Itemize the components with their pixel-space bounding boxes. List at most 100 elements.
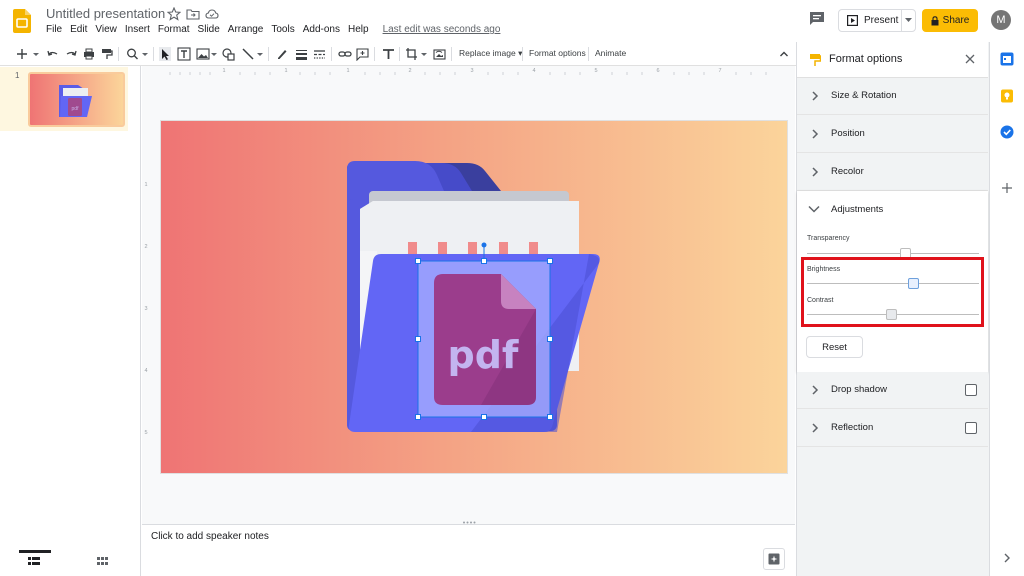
mask-dropdown-icon[interactable] — [420, 47, 428, 61]
replace-image-button[interactable]: Replace image ▾ — [459, 48, 522, 59]
present-button[interactable]: Present — [838, 9, 916, 32]
menu-tools[interactable]: Tools — [271, 24, 294, 38]
add-comment-icon[interactable] — [356, 47, 369, 61]
reset-image-icon[interactable] — [433, 47, 446, 61]
view-switcher — [0, 548, 141, 576]
svg-text:6: 6 — [656, 68, 659, 74]
svg-text:1: 1 — [284, 68, 287, 74]
new-slide-dropdown-icon[interactable] — [32, 47, 40, 61]
add-addon-icon[interactable] — [1002, 183, 1012, 193]
reflection-checkbox[interactable] — [965, 422, 977, 434]
chevron-right-icon — [812, 167, 819, 177]
resize-handle[interactable] — [547, 414, 553, 420]
drop-shadow-checkbox[interactable] — [965, 384, 977, 396]
present-dropdown-icon[interactable] — [901, 10, 915, 31]
chevron-right-icon[interactable] — [1003, 553, 1011, 563]
menu-help[interactable]: Help — [348, 24, 369, 38]
folder-pdf-illustration[interactable]: pdf — [161, 121, 787, 473]
redo-icon[interactable] — [65, 47, 77, 61]
line-dropdown-icon[interactable] — [256, 47, 264, 61]
folder-move-icon[interactable] — [186, 7, 200, 21]
menu-file[interactable]: File — [46, 24, 62, 38]
text-box-icon[interactable] — [177, 47, 191, 61]
section-reflection[interactable]: Reflection — [797, 410, 988, 447]
menu-bar: File Edit View Insert Format Slide Arran… — [46, 24, 508, 38]
section-size-rotation[interactable]: Size & Rotation — [797, 78, 988, 115]
menu-format[interactable]: Format — [158, 24, 190, 38]
reset-button[interactable]: Reset — [806, 336, 863, 358]
chevron-right-icon — [812, 91, 819, 101]
slide[interactable]: pdf — [161, 121, 787, 473]
document-title[interactable]: Untitled presentation — [46, 6, 165, 21]
image-dropdown-icon[interactable] — [210, 47, 218, 61]
slide-thumbnail[interactable]: pdf — [28, 72, 125, 127]
insert-image-icon[interactable] — [196, 47, 210, 61]
resize-handle[interactable] — [481, 414, 487, 420]
section-recolor[interactable]: Recolor — [797, 154, 988, 191]
menu-view[interactable]: View — [95, 24, 117, 38]
notes-resize-handle-icon[interactable] — [462, 521, 476, 524]
menu-arrange[interactable]: Arrange — [228, 24, 264, 38]
svg-text:4: 4 — [532, 68, 535, 74]
speaker-notes-placeholder[interactable]: Click to add speaker notes — [151, 531, 269, 542]
border-dash-icon[interactable] — [313, 47, 326, 61]
animate-button[interactable]: Animate — [595, 48, 626, 58]
lock-icon — [931, 15, 939, 26]
format-options-button[interactable]: Format options — [529, 48, 586, 58]
crop-icon[interactable] — [405, 47, 418, 61]
share-button[interactable]: Share — [922, 9, 978, 32]
line-icon[interactable] — [241, 47, 255, 61]
resize-handle[interactable] — [415, 414, 421, 420]
horizontal-ruler[interactable]: 1 1 1 2 3 4 5 6 7 — [160, 66, 788, 75]
new-slide-icon[interactable] — [16, 47, 28, 61]
calendar-icon[interactable] — [1000, 52, 1014, 66]
link-icon[interactable] — [338, 47, 352, 61]
zoom-icon[interactable] — [126, 47, 140, 61]
explore-icon[interactable] — [763, 548, 785, 570]
chevron-right-icon — [812, 129, 819, 139]
keep-icon[interactable] — [1000, 89, 1014, 103]
svg-text:1: 1 — [346, 68, 349, 74]
rotate-handle[interactable] — [481, 242, 487, 248]
side-panel-rail — [989, 42, 1024, 576]
section-drop-shadow[interactable]: Drop shadow — [797, 372, 988, 409]
cloud-saved-icon[interactable] — [205, 7, 219, 21]
slides-logo-icon[interactable] — [13, 9, 31, 33]
resize-handle[interactable] — [415, 258, 421, 264]
menu-addons[interactable]: Add-ons — [303, 24, 340, 38]
menu-edit[interactable]: Edit — [70, 24, 87, 38]
alt-text-icon[interactable] — [382, 47, 395, 61]
close-icon[interactable] — [965, 54, 975, 64]
last-edit-link[interactable]: Last edit was seconds ago — [383, 24, 501, 38]
star-icon[interactable] — [167, 7, 181, 21]
toolbar: Replace image ▾ Format options Animate — [0, 42, 796, 66]
select-cursor-icon[interactable] — [159, 47, 171, 61]
border-weight-icon[interactable] — [295, 47, 308, 61]
section-position[interactable]: Position — [797, 116, 988, 153]
print-icon[interactable] — [83, 47, 95, 61]
shape-icon[interactable] — [222, 47, 236, 61]
menu-slide[interactable]: Slide — [198, 24, 220, 38]
filmstrip-view-icon[interactable] — [28, 557, 40, 567]
format-panel-title: Format options — [829, 53, 903, 65]
comment-icon[interactable] — [808, 10, 826, 28]
resize-handle[interactable] — [481, 258, 487, 264]
vertical-ruler[interactable]: 1 2 3 4 5 — [142, 121, 151, 473]
border-color-icon[interactable] — [276, 47, 288, 61]
menu-insert[interactable]: Insert — [125, 24, 150, 38]
chevron-down-icon[interactable] — [808, 205, 820, 213]
grid-view-icon[interactable] — [97, 557, 108, 567]
resize-handle[interactable] — [415, 336, 421, 342]
user-avatar[interactable]: M — [991, 10, 1011, 30]
resize-handle[interactable] — [547, 258, 553, 264]
paint-format-icon[interactable] — [101, 47, 113, 61]
undo-icon[interactable] — [47, 47, 59, 61]
tasks-icon[interactable] — [1000, 125, 1014, 139]
resize-handle[interactable] — [547, 336, 553, 342]
section-label: Recolor — [831, 166, 864, 177]
filmstrip — [0, 66, 141, 576]
adjustments-label[interactable]: Adjustments — [831, 204, 883, 215]
collapse-toolbar-icon[interactable] — [779, 47, 789, 61]
transparency-slider-track[interactable] — [807, 253, 979, 254]
zoom-dropdown-icon[interactable] — [141, 47, 149, 61]
